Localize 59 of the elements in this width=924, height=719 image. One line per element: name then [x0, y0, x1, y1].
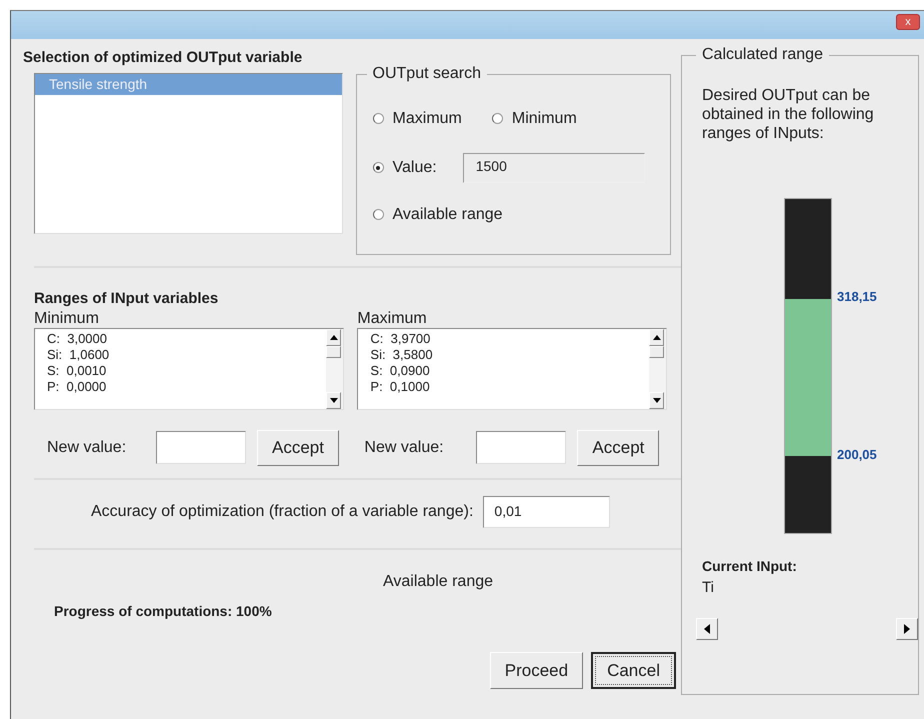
scroll-thumb[interactable]: [649, 346, 664, 358]
radio-option[interactable]: Minimum: [492, 106, 577, 130]
input-listbox[interactable]: C: 3,9700 Si: 3,5800 S: 0,0900 P: 0,1000: [357, 328, 668, 410]
new-value-field[interactable]: [156, 431, 246, 464]
list-item[interactable]: C: 3,0000: [47, 331, 326, 347]
accept-button[interactable]: Accept: [257, 430, 339, 466]
mode-label: Available range: [383, 572, 494, 592]
radio-circle[interactable]: [372, 209, 384, 220]
new-value-label: New value:: [364, 438, 445, 458]
dialog-button[interactable]: Cancel: [591, 652, 676, 689]
input-listbox[interactable]: C: 3,0000 Si: 1,0600 S: 0,0010 P: 0,0000: [34, 328, 344, 410]
radio-option[interactable]: Value:: [372, 156, 437, 180]
range-value-label: 318,15: [837, 290, 877, 304]
progress-label: Progress of computations: 100%: [54, 602, 273, 621]
scroll-down-button[interactable]: [649, 392, 664, 409]
scroll-up-button[interactable]: [649, 329, 664, 346]
section-heading: Ranges of INput variables: [34, 288, 220, 308]
list-item[interactable]: C: 3,9700: [370, 331, 650, 347]
accuracy-label: Accuracy of optimization (fraction of a variable range):: [91, 502, 474, 522]
right-arrow-icon: [904, 624, 910, 634]
radio-circle[interactable]: [372, 113, 384, 124]
radio-circle[interactable]: [492, 113, 503, 124]
radio-option[interactable]: Available range: [372, 202, 670, 226]
next-button[interactable]: [896, 618, 918, 640]
radio-circle[interactable]: [372, 162, 384, 173]
current-input-value: Ti: [702, 578, 715, 598]
list-item[interactable]: P: 0,1000: [370, 379, 650, 395]
up-arrow-icon: [330, 335, 338, 340]
up-arrow-icon: [652, 335, 661, 340]
current-input-label: Current INput:: [702, 557, 798, 576]
scrollbar[interactable]: [326, 329, 343, 409]
accept-button[interactable]: Accept: [577, 430, 660, 466]
section-heading: Selection of optimized OUTput variable: [23, 48, 304, 68]
group-title: OUTput search: [366, 64, 488, 82]
list-label: Maximum: [357, 310, 428, 328]
list-item[interactable]: Si: 1,0600: [47, 347, 326, 363]
list-item[interactable]: P: 0,0000: [47, 379, 326, 395]
new-value-field[interactable]: [476, 431, 566, 464]
list-label: Minimum: [34, 310, 100, 328]
radio-option[interactable]: Maximum: [372, 106, 462, 130]
accuracy-field[interactable]: 0,01: [483, 496, 610, 528]
list-item[interactable]: Si: 3,5800: [370, 347, 650, 363]
range-value-label: 200,05: [837, 448, 877, 462]
scroll-up-button[interactable]: [326, 329, 341, 346]
new-value-label: New value:: [47, 438, 128, 458]
group-title: Calculated range: [696, 46, 829, 64]
list-item[interactable]: S: 0,0010: [47, 363, 326, 379]
scroll-thumb[interactable]: [326, 346, 341, 358]
value-field[interactable]: 1500: [462, 152, 645, 182]
close-button[interactable]: x: [896, 14, 920, 30]
down-arrow-icon: [652, 398, 661, 403]
previous-button[interactable]: [696, 618, 718, 640]
dialog-button[interactable]: Proceed: [490, 652, 584, 689]
scrollbar[interactable]: [649, 329, 666, 409]
left-arrow-icon: [704, 624, 710, 634]
list-item[interactable]: S: 0,0900: [370, 363, 650, 379]
scroll-down-button[interactable]: [326, 392, 341, 409]
down-arrow-icon: [330, 398, 338, 403]
range-description: Desired OUTput can be obtained in the following ranges of INputs:: [702, 86, 875, 143]
